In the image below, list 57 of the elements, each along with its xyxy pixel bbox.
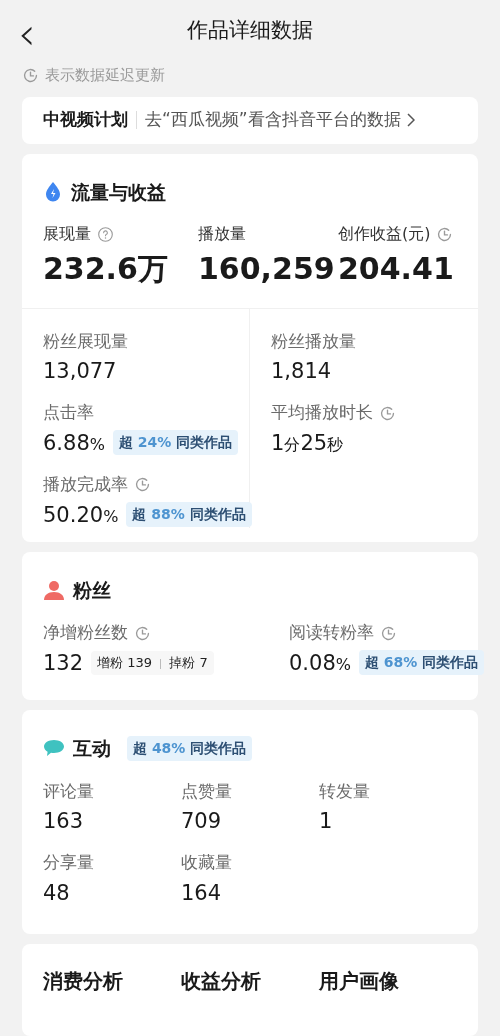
chat-bubble-icon — [43, 738, 65, 759]
section-title: 粉丝 — [73, 577, 111, 603]
metric-value: 1,814 — [271, 358, 332, 385]
metric-label: 播放量 — [198, 223, 246, 245]
metric-value: 13,077 — [43, 358, 117, 385]
percentile-badge: 超 48% 同类作品 — [127, 735, 253, 761]
metric-value: 709 — [181, 808, 223, 835]
person-icon — [43, 580, 65, 600]
metric-value: 160,259 — [198, 250, 336, 288]
metric-label: 分享量 — [43, 851, 95, 875]
clock-icon — [436, 225, 454, 243]
analysis-tab[interactable]: 用户画像 — [319, 966, 457, 996]
program-link[interactable]: 去“西瓜视频”看含抖音平台的数据 — [145, 107, 401, 133]
analysis-tab[interactable]: 消费分析 — [43, 966, 181, 996]
metric-label: 转发量 — [319, 779, 371, 803]
metric-value: 204.41 — [338, 250, 455, 288]
metric-value: 6.88% — [43, 429, 105, 456]
chevron-right-icon[interactable] — [406, 113, 415, 128]
metric-value: 132 — [43, 649, 84, 676]
percentile-badge: 超 68% 同类作品 — [358, 650, 485, 676]
percentile-badge: 超 88% 同类作品 — [126, 502, 252, 528]
clock-icon — [134, 476, 151, 494]
percentile-badge: 超 24% 同类作品 — [112, 430, 239, 456]
clock-icon — [22, 67, 39, 85]
metric-label: 播放完成率 — [43, 473, 128, 496]
metric-value: 1 — [319, 808, 334, 835]
metric-label: 平均播放时长 — [271, 401, 373, 425]
clock-icon — [379, 404, 396, 422]
page-title: 作品详细数据 — [187, 17, 313, 45]
metric-value: 50.20% — [43, 501, 119, 528]
clock-icon — [380, 624, 397, 642]
section-title: 流量与收益 — [71, 179, 166, 205]
metric-value: 1分25秒 — [271, 429, 344, 456]
metric-label: 创作收益(元) — [338, 223, 431, 245]
fan-change-box: 增粉 139 掉粉 7 — [91, 651, 214, 675]
metric-label: 粉丝展现量 — [43, 329, 128, 353]
analysis-tab[interactable]: 收益分析 — [181, 966, 319, 996]
droplet-icon — [43, 180, 63, 203]
metric-label: 粉丝播放量 — [271, 329, 356, 353]
metric-label: 净增粉丝数 — [43, 621, 128, 645]
metric-value: 232.6万 — [43, 250, 169, 288]
metric-value: 163 — [43, 808, 85, 835]
section-title: 互动 — [73, 736, 111, 761]
metric-value: 48 — [43, 879, 71, 906]
metric-label: 点击率 — [43, 401, 94, 425]
back-button[interactable]: ‹ — [18, 12, 36, 56]
metric-label: 展现量 — [43, 223, 91, 245]
metric-value: 0.08% — [289, 649, 351, 676]
delay-note: 表示数据延迟更新 — [45, 65, 165, 87]
metric-value: 164 — [181, 879, 223, 906]
metric-label: 评论量 — [43, 779, 95, 803]
metric-label: 点赞量 — [181, 779, 233, 803]
help-icon[interactable] — [97, 225, 114, 243]
metric-label: 阅读转粉率 — [289, 621, 374, 645]
program-name: 中视频计划 — [43, 108, 128, 132]
clock-icon — [134, 624, 151, 642]
metric-label: 收藏量 — [181, 851, 233, 875]
